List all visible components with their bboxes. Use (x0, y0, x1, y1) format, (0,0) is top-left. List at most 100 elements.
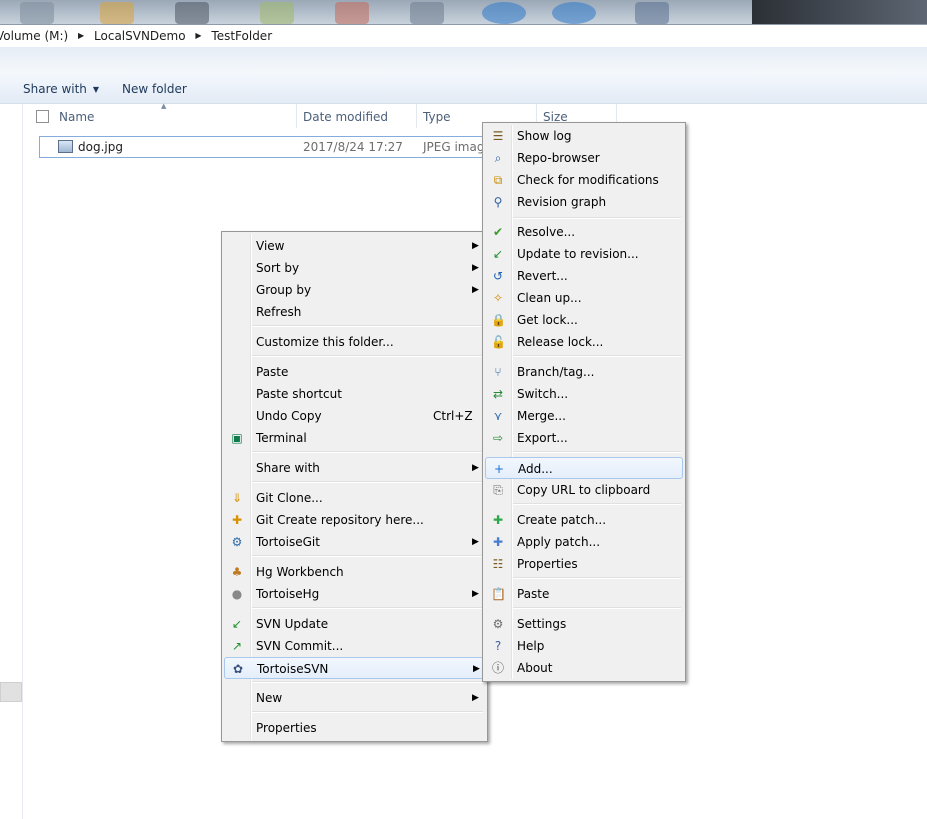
menu-item-create-patch[interactable]: ✚ Create patch... (485, 509, 683, 531)
breadcrumb-item[interactable]: Volume (M:) (0, 29, 68, 43)
breadcrumb-item[interactable]: LocalSVNDemo (94, 29, 186, 43)
menu-separator (252, 681, 483, 683)
new-folder-label: New folder (122, 82, 187, 96)
menu-item-label: Show log (517, 129, 572, 143)
menu-item-update-to-revision[interactable]: ↙ Update to revision... (485, 243, 683, 265)
menu-item-label: Repo-browser (517, 151, 600, 165)
breadcrumb-separator-icon[interactable]: ▶ (195, 31, 201, 40)
menu-separator (252, 325, 483, 327)
column-header-date-modified[interactable]: Date modified (297, 104, 417, 130)
properties-icon: ☷ (492, 557, 504, 571)
new-folder-button[interactable]: New folder (122, 82, 187, 96)
menu-item-share-with[interactable]: Share with ▶ (224, 457, 485, 479)
menu-item-revert[interactable]: ↺ Revert... (485, 265, 683, 287)
create-patch-icon: ✚ (492, 513, 504, 527)
menu-item-label: New (256, 691, 283, 705)
menu-item-branch-tag[interactable]: ⑂ Branch/tag... (485, 361, 683, 383)
svn-update-icon: ↙ (231, 617, 243, 631)
menu-item-check-for-modifications[interactable]: ⧉ Check for modifications (485, 169, 683, 191)
menu-item-git-clone[interactable]: ⇓ Git Clone... (224, 487, 485, 509)
menu-item-view[interactable]: View ▶ (224, 235, 485, 257)
menu-item-tortoisegit[interactable]: ⚙ TortoiseGit ▶ (224, 531, 485, 553)
select-all-checkbox[interactable] (36, 110, 49, 123)
menu-item-git-create-repository-here[interactable]: ✚ Git Create repository here... (224, 509, 485, 531)
menu-item-label: Git Create repository here... (256, 513, 424, 527)
menu-item-label: Terminal (256, 431, 307, 445)
tortoisesvn-icon: ✿ (232, 662, 244, 676)
menu-item-group-by[interactable]: Group by ▶ (224, 279, 485, 301)
file-row[interactable]: dog.jpg 2017/8/24 17:27 JPEG image (39, 136, 499, 158)
share-with-button[interactable]: Share with ▼ (23, 82, 99, 96)
submenu-arrow-icon: ▶ (472, 263, 479, 273)
menu-item-export[interactable]: ⇨ Export... (485, 427, 683, 449)
menu-item-label: View (256, 239, 285, 253)
menu-item-label: Paste (517, 587, 550, 601)
submenu-arrow-icon: ▶ (472, 693, 479, 703)
menu-item-tortoisesvn[interactable]: ✿ TortoiseSVN ▶ (224, 657, 485, 679)
menu-item-show-log[interactable]: ☰ Show log (485, 125, 683, 147)
menu-item-properties[interactable]: Properties (224, 717, 485, 739)
revision-graph-icon: ⚲ (493, 195, 503, 209)
menu-item-terminal[interactable]: ▣ Terminal (224, 427, 485, 449)
menu-item-paste-shortcut[interactable]: Paste shortcut (224, 383, 485, 405)
menu-item-new[interactable]: New ▶ (224, 687, 485, 709)
settings-icon: ⚙ (492, 617, 504, 631)
merge-icon: ⋎ (493, 409, 503, 423)
breadcrumb-separator-icon[interactable]: ▶ (78, 31, 84, 40)
menu-item-label: Share with (256, 461, 320, 475)
switch-icon: ⇄ (492, 387, 504, 401)
unlock-icon: 🔓 (491, 335, 506, 349)
menu-item-label: Group by (256, 283, 312, 297)
menu-item-label: TortoiseGit (256, 535, 320, 549)
submenu-arrow-icon: ▶ (472, 589, 479, 599)
menu-separator (513, 355, 681, 357)
menu-item-hg-workbench[interactable]: ♣ Hg Workbench (224, 561, 485, 583)
apply-patch-icon: ✚ (492, 535, 504, 549)
menu-item-label: Copy URL to clipboard (517, 483, 651, 497)
menu-item-properties[interactable]: ☷ Properties (485, 553, 683, 575)
menu-item-tortoisehg[interactable]: ● TortoiseHg ▶ (224, 583, 485, 605)
menu-item-label: About (517, 661, 553, 675)
menu-item-revision-graph[interactable]: ⚲ Revision graph (485, 191, 683, 213)
menu-item-copy-url-to-clipboard[interactable]: ⎘ Copy URL to clipboard (485, 479, 683, 501)
menu-item-paste[interactable]: Paste (224, 361, 485, 383)
breadcrumb-item[interactable]: TestFolder (211, 29, 272, 43)
navigation-pane[interactable] (0, 104, 23, 819)
menu-item-switch[interactable]: ⇄ Switch... (485, 383, 683, 405)
menu-item-add[interactable]: + Add... (485, 457, 683, 479)
navigation-pane-selected-item[interactable] (0, 682, 22, 702)
menu-item-release-lock[interactable]: 🔓 Release lock... (485, 331, 683, 353)
repo-browser-icon: ⌕ (494, 151, 502, 165)
help-icon: ? (494, 639, 502, 653)
menu-item-label: Settings (517, 617, 567, 631)
menu-item-svn-commit[interactable]: ↗ SVN Commit... (224, 635, 485, 657)
menu-item-svn-update[interactable]: ↙ SVN Update (224, 613, 485, 635)
menu-item-repo-browser[interactable]: ⌕ Repo-browser (485, 147, 683, 169)
menu-item-label: Get lock... (517, 313, 578, 327)
menu-item-label: Customize this folder... (256, 335, 394, 349)
address-bar[interactable]: Volume (M:) ▶ LocalSVNDemo ▶ TestFolder (0, 24, 927, 48)
menu-item-customize-this-folder[interactable]: Customize this folder... (224, 331, 485, 353)
menu-item-clean-up[interactable]: ✧ Clean up... (485, 287, 683, 309)
menu-item-about[interactable]: ⓘ About (485, 657, 683, 679)
menu-separator (252, 355, 483, 357)
menu-item-resolve[interactable]: ✔ Resolve... (485, 221, 683, 243)
show-log-icon: ☰ (492, 129, 504, 143)
menu-item-get-lock[interactable]: 🔒 Get lock... (485, 309, 683, 331)
submenu-arrow-icon: ▶ (472, 241, 479, 251)
menu-item-help[interactable]: ? Help (485, 635, 683, 657)
menu-item-settings[interactable]: ⚙ Settings (485, 613, 683, 635)
chevron-down-icon: ▼ (92, 85, 100, 94)
menu-item-sort-by[interactable]: Sort by ▶ (224, 257, 485, 279)
tortoisehg-icon: ● (231, 587, 243, 601)
column-header-name[interactable]: Name (53, 104, 296, 130)
menu-item-label: Revert... (517, 269, 568, 283)
menu-item-paste[interactable]: 📋 Paste (485, 583, 683, 605)
menu-item-undo-copy[interactable]: Undo Copy Ctrl+Z (224, 405, 485, 427)
menu-item-refresh[interactable]: Refresh (224, 301, 485, 323)
menu-item-label: SVN Update (256, 617, 329, 631)
menu-item-apply-patch[interactable]: ✚ Apply patch... (485, 531, 683, 553)
paste-icon: 📋 (491, 587, 506, 601)
menu-item-label: Sort by (256, 261, 300, 275)
menu-item-merge[interactable]: ⋎ Merge... (485, 405, 683, 427)
